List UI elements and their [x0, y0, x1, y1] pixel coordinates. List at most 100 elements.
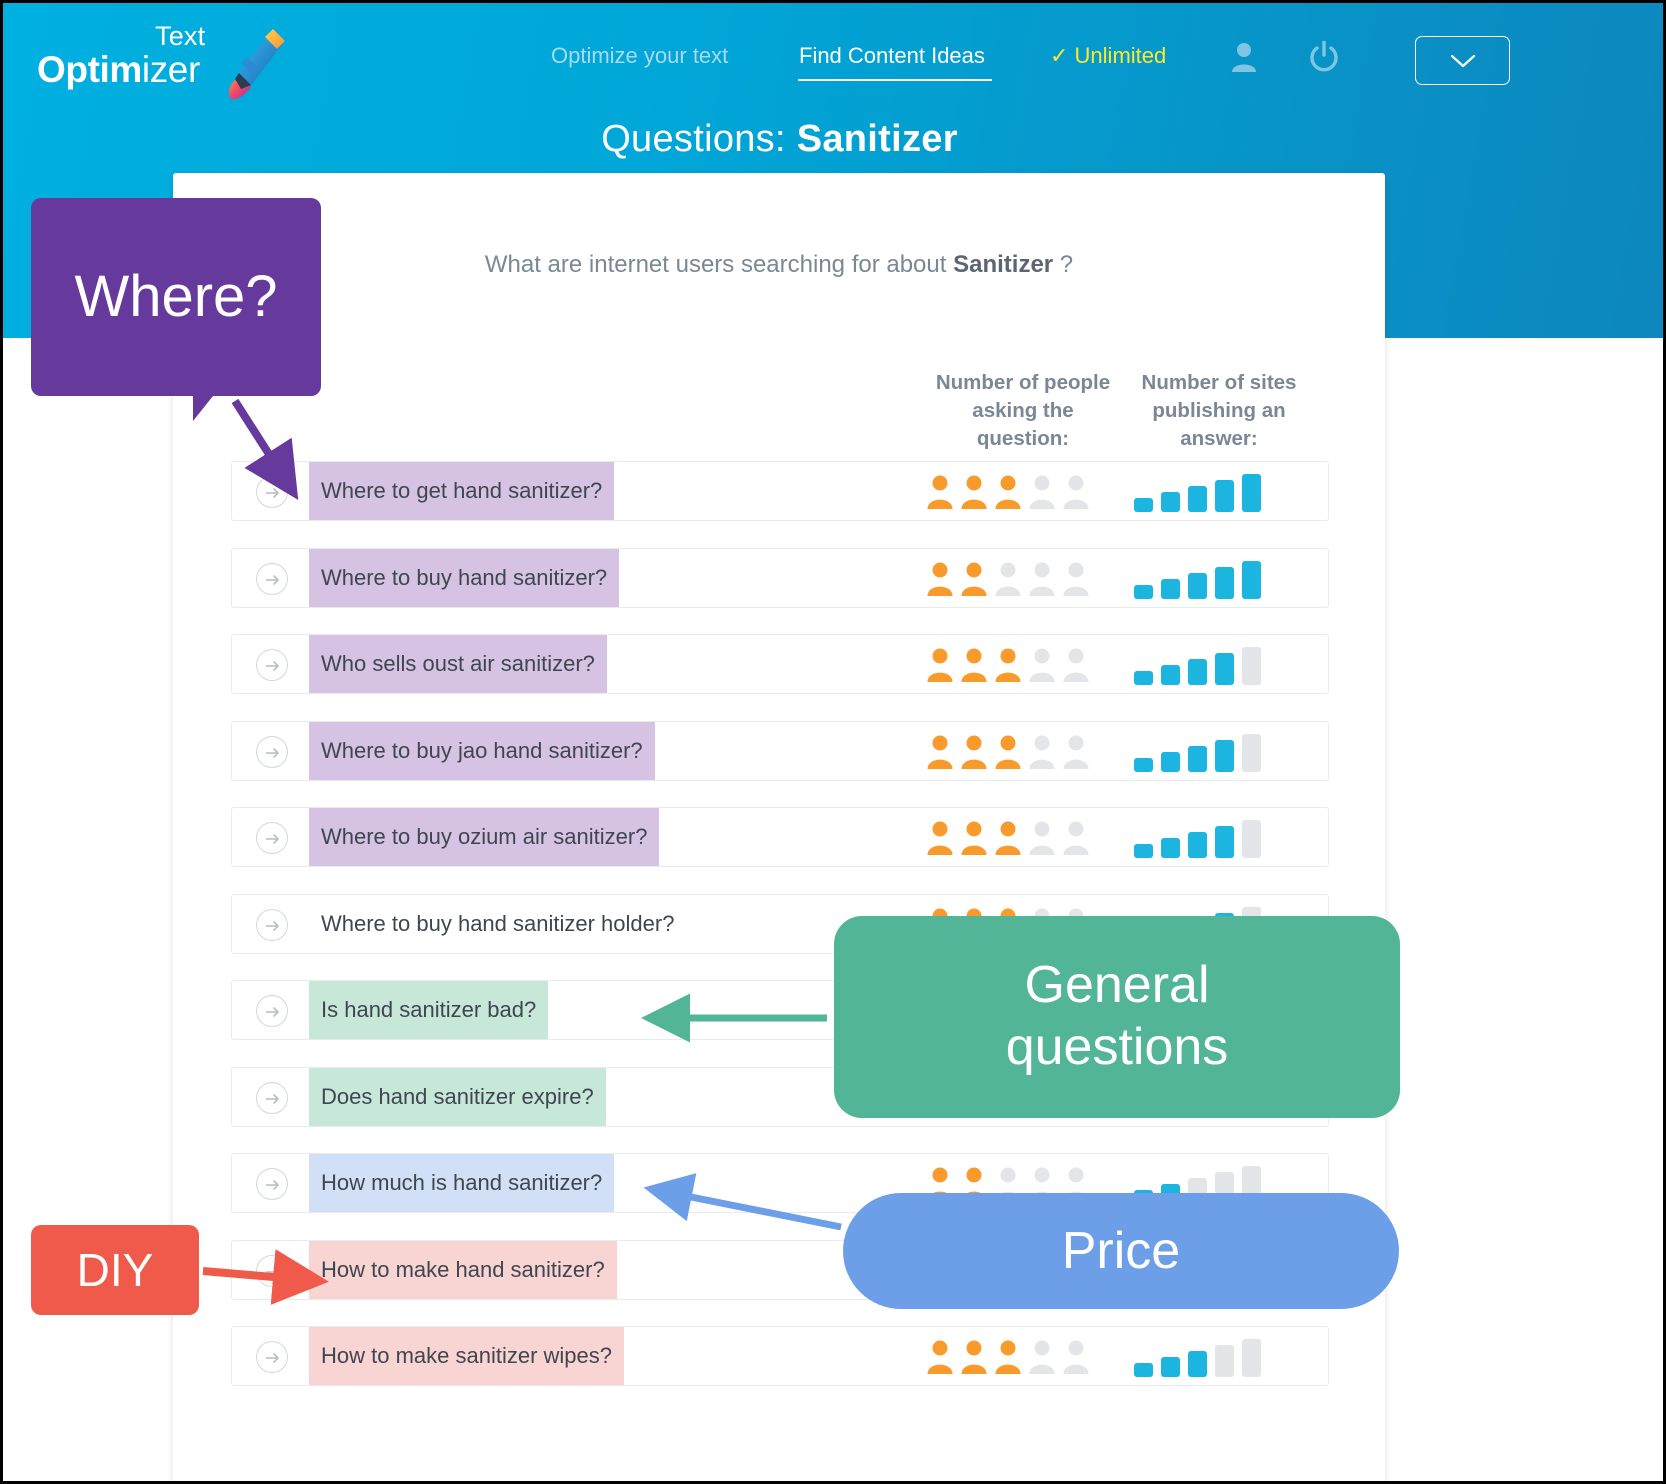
person-icon-empty — [1063, 1340, 1089, 1374]
person-icon-empty — [1029, 562, 1055, 596]
question-text[interactable]: Where to buy hand sanitizer? — [309, 548, 620, 607]
question-row[interactable]: Where to buy hand sanitizer? — [231, 547, 1329, 608]
question-text[interactable]: Does hand sanitizer expire? — [309, 1067, 606, 1126]
nav-find-content-ideas[interactable]: Find Content Ideas — [799, 43, 985, 69]
person-icon-filled — [927, 475, 953, 509]
person-icon-filled — [927, 648, 953, 682]
bar-filled — [1134, 757, 1153, 772]
bar-filled — [1215, 480, 1234, 512]
nav-active-underline — [798, 79, 992, 81]
arrow-right-icon — [266, 1093, 279, 1104]
person-icon-filled — [995, 1340, 1021, 1374]
bar-filled — [1161, 838, 1180, 858]
bar-filled — [1161, 665, 1180, 685]
power-icon[interactable] — [1309, 41, 1339, 73]
bar-filled — [1134, 584, 1153, 599]
question-text[interactable]: How to make sanitizer wipes? — [309, 1327, 625, 1385]
bar-filled — [1188, 1351, 1207, 1377]
people-asking-indicator — [926, 475, 1126, 511]
row-arrow-button[interactable] — [256, 1341, 288, 1373]
row-arrow-button[interactable] — [256, 1081, 288, 1114]
card-subtitle: What are internet users searching for ab… — [484, 251, 1074, 278]
callout-general-line2: questions — [1005, 1018, 1229, 1076]
screenshot-frame: Text Optimizer Optimize your text Find C… — [0, 0, 1666, 1484]
person-icon-filled — [995, 475, 1021, 509]
people-asking-indicator — [926, 735, 1126, 771]
row-arrow-button[interactable] — [256, 562, 288, 595]
question-text[interactable]: Where to buy hand sanitizer holder? — [309, 895, 686, 953]
question-text[interactable]: How to make hand sanitizer? — [309, 1240, 617, 1299]
person-icon-empty — [1063, 475, 1089, 509]
row-arrow-button[interactable] — [256, 908, 288, 941]
row-arrow-button[interactable] — [256, 822, 288, 854]
people-asking-indicator — [926, 648, 1126, 684]
sites-publishing-indicator — [1134, 647, 1334, 685]
callout-general-line1: General — [1024, 956, 1210, 1014]
bar-filled — [1161, 492, 1180, 512]
bar-filled — [1188, 659, 1207, 685]
arrow-right-icon — [266, 1007, 279, 1017]
question-text[interactable]: Where to buy jao hand sanitizer? — [309, 721, 655, 780]
person-icon-filled — [961, 1340, 987, 1374]
question-text[interactable]: Where to buy ozium air sanitizer? — [309, 808, 660, 866]
person-icon-empty — [1029, 1340, 1055, 1374]
bar-filled — [1161, 751, 1180, 772]
person-icon-filled — [927, 562, 953, 596]
question-text[interactable]: Who sells oust air sanitizer? — [309, 635, 607, 693]
nav-unlimited-badge[interactable]: ✓ Unlimited — [1050, 43, 1166, 69]
question-row[interactable]: Where to get hand sanitizer? — [231, 461, 1329, 521]
person-icon-filled — [961, 475, 987, 509]
language-select[interactable] — [1415, 36, 1510, 85]
row-arrow-button[interactable] — [256, 1168, 288, 1200]
bar-filled — [1134, 498, 1153, 512]
user-icon[interactable] — [1231, 42, 1257, 72]
arrow-right-icon — [266, 661, 279, 671]
bar-filled — [1242, 560, 1261, 599]
arrow-right-icon — [266, 1266, 279, 1277]
person-icon-empty — [1029, 821, 1055, 855]
callout-price: Price — [843, 1193, 1399, 1309]
page-title: Questions: Sanitizer — [601, 118, 958, 160]
bar-filled — [1134, 844, 1153, 858]
person-icon-empty — [1029, 648, 1055, 682]
callout-diy: DIY — [31, 1225, 199, 1315]
people-asking-indicator — [926, 821, 1126, 857]
people-asking-indicator — [926, 1340, 1126, 1376]
row-arrow-button[interactable] — [256, 476, 288, 508]
question-row[interactable]: How to make sanitizer wipes? — [231, 1326, 1329, 1386]
person-icon-empty — [995, 562, 1021, 596]
person-icon-filled — [927, 821, 953, 855]
row-arrow-button[interactable] — [256, 995, 288, 1027]
question-text[interactable]: How much is hand sanitizer? — [309, 1154, 615, 1212]
nav-optimize-your-text[interactable]: Optimize your text — [551, 43, 728, 69]
question-row[interactable]: Where to buy ozium air sanitizer? — [231, 807, 1329, 867]
question-text[interactable]: Where to get hand sanitizer? — [309, 462, 615, 520]
question-row[interactable]: Who sells oust air sanitizer? — [231, 634, 1329, 694]
person-icon-filled — [927, 1340, 953, 1374]
column-header-sites-publishing: Number of sites publishing an answer: — [1141, 371, 1297, 450]
sites-publishing-indicator — [1134, 474, 1334, 512]
person-icon-filled — [961, 821, 987, 855]
question-text[interactable]: Is hand sanitizer bad? — [309, 981, 549, 1039]
person-icon-filled — [995, 648, 1021, 682]
person-icon-filled — [961, 735, 987, 769]
row-arrow-button[interactable] — [256, 649, 288, 681]
person-icon-filled — [995, 735, 1021, 769]
row-arrow-button[interactable] — [256, 735, 288, 768]
bar-filled — [1134, 671, 1153, 685]
bar-filled — [1161, 1357, 1180, 1377]
sites-publishing-indicator — [1134, 820, 1334, 858]
callout-where-tail — [193, 391, 217, 421]
question-row[interactable]: Where to buy jao hand sanitizer? — [231, 720, 1329, 781]
bar-filled — [1161, 578, 1180, 599]
bar-filled — [1188, 486, 1207, 512]
chevron-down-icon — [1450, 54, 1476, 68]
callout-general-questions: General questions — [834, 916, 1400, 1118]
bar-filled — [1134, 1363, 1153, 1377]
row-arrow-button[interactable] — [256, 1254, 288, 1287]
person-icon-filled — [927, 735, 953, 769]
bar-filled — [1188, 572, 1207, 599]
bar-filled — [1188, 832, 1207, 858]
arrow-right-icon — [266, 574, 279, 585]
sites-publishing-indicator — [1134, 560, 1334, 599]
